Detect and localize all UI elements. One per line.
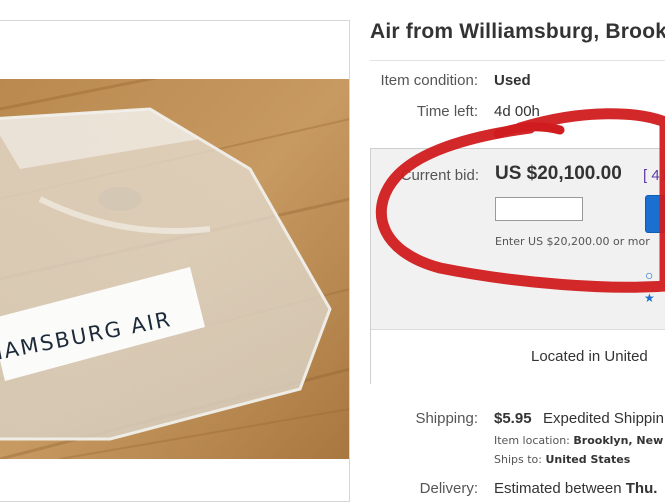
- condition-label: Item condition:: [380, 72, 478, 89]
- bid-count-link[interactable]: [ 41: [643, 167, 665, 184]
- item-location-value: Brooklyn, New Y: [573, 434, 665, 447]
- star-icon: ★: [644, 291, 655, 305]
- item-photo-panel: IAMSBURG AIR: [0, 20, 350, 502]
- listing-title: Air from Williamsburg, Brook: [370, 20, 665, 43]
- delivery-value: Estimated between Thu.: [494, 480, 657, 497]
- current-bid-value: US $20,100.00: [495, 163, 622, 184]
- bid-amount-input[interactable]: [495, 197, 583, 221]
- bid-panel: Current bid: US $20,100.00 [ 41 Enter US…: [370, 148, 665, 386]
- delivery-date: Thu.: [625, 480, 658, 497]
- ships-to-value: United States: [545, 453, 631, 466]
- time-left-label: Time left:: [416, 103, 478, 120]
- item-photo[interactable]: IAMSBURG AIR: [0, 79, 349, 459]
- delivery-estimate: Estimated between: [494, 480, 622, 497]
- title-divider: [370, 60, 665, 61]
- location-bar: Located in United: [371, 329, 665, 386]
- item-location: Item location: Brooklyn, New Y: [494, 434, 665, 447]
- bid-hint: Enter US $20,200.00 or mor: [495, 235, 650, 248]
- located-text: Located in United: [531, 348, 648, 365]
- item-location-label: Item location:: [494, 434, 570, 447]
- current-bid-label: Current bid:: [400, 167, 479, 184]
- time-left-value: 4d 00h: [494, 103, 540, 120]
- shipping-price: $5.95: [494, 410, 532, 427]
- delivery-label: Delivery:: [419, 480, 478, 497]
- shipping-label: Shipping:: [415, 410, 478, 427]
- shipping-method: Expedited Shippin: [543, 410, 664, 427]
- ships-to: Ships to: United States: [494, 453, 630, 466]
- watch-link-icon[interactable]: ○: [645, 267, 665, 283]
- condition-value: Used: [494, 72, 531, 89]
- place-bid-button[interactable]: [645, 195, 665, 233]
- ships-to-label: Ships to:: [494, 453, 542, 466]
- photo-illustration: [0, 79, 349, 459]
